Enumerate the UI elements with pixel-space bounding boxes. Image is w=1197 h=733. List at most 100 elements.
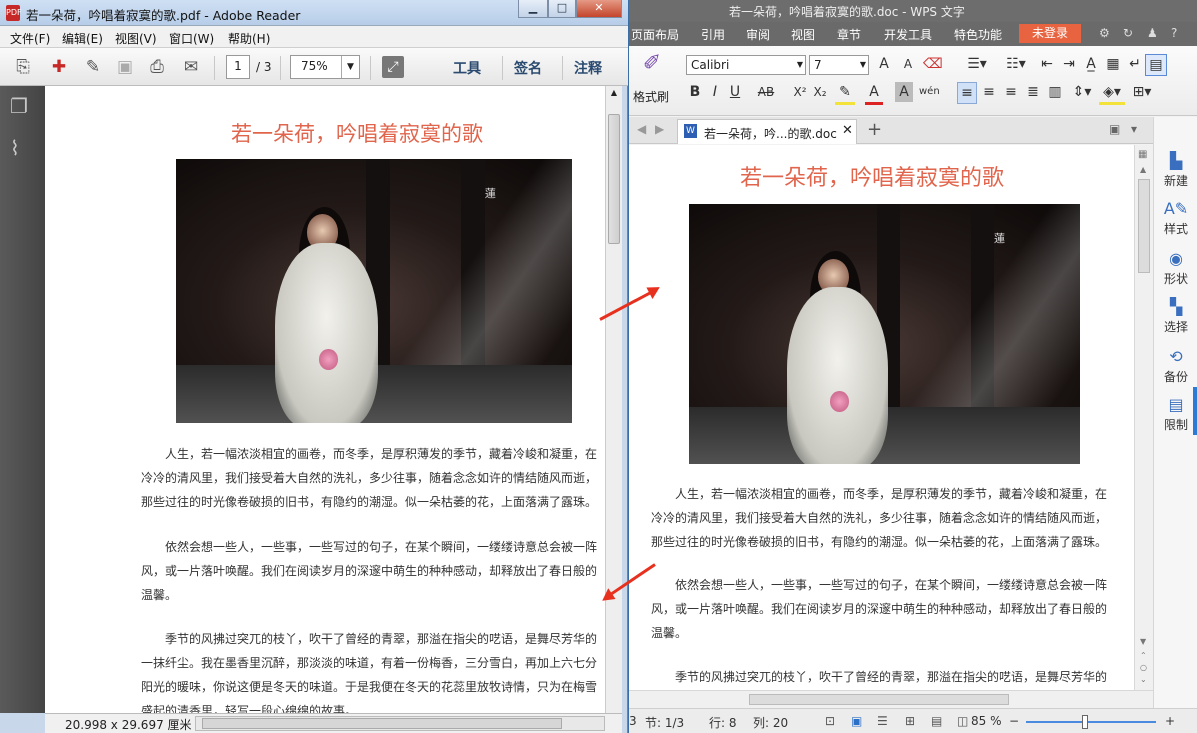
menu-help[interactable]: 帮助(H) [228, 30, 270, 47]
italic-icon[interactable]: I [707, 82, 723, 102]
focus-mode-icon[interactable]: ⊡ [825, 714, 835, 728]
tab-chapter[interactable]: 章节 [837, 26, 861, 43]
tools-pane-link[interactable]: 工具 [453, 58, 481, 78]
font-name-select[interactable]: Calibri ▼ [686, 55, 806, 75]
protect-view-icon[interactable]: ▤ [931, 714, 942, 728]
shrink-font-icon[interactable]: A [899, 54, 917, 74]
menu-window[interactable]: 窗口(W) [169, 30, 214, 47]
close-tab-icon[interactable]: ✕ [842, 123, 853, 138]
borders-icon[interactable]: ⊞▾ [1129, 82, 1155, 102]
side-style[interactable]: A✎ 样式 [1154, 199, 1197, 237]
char-shading-icon[interactable]: A [895, 82, 913, 102]
forward-arrow-icon[interactable]: ▶ [655, 122, 664, 136]
shading-fill-icon[interactable]: ◈▾ [1099, 82, 1125, 105]
hscroll-thumb[interactable] [749, 694, 1009, 705]
help-icon[interactable]: ? [1171, 26, 1177, 40]
styles-panel-icon[interactable]: ▤ [1145, 54, 1167, 76]
phonetic-guide-icon[interactable]: wén [919, 82, 940, 102]
sync-icon[interactable]: ↻ [1123, 26, 1133, 40]
zoom-slider-thumb[interactable] [1082, 715, 1088, 729]
reading-view-icon[interactable]: ◫ [957, 714, 968, 728]
font-size-select[interactable]: 7 ▼ [809, 55, 869, 75]
login-button[interactable]: 未登录 [1019, 24, 1081, 43]
side-select[interactable]: ▚ 选择 [1154, 297, 1197, 335]
wps-vertical-scrollbar[interactable]: ▦ ▲ ▼ ⌃ ○ ⌄ [1134, 145, 1153, 690]
combine-files-icon[interactable]: ✚ [48, 56, 70, 78]
tab-menu-icon[interactable]: ▾ [1131, 122, 1137, 136]
align-center-icon[interactable]: ≡ [979, 82, 999, 102]
attachments-paperclip-icon[interactable]: ⌇ [10, 136, 20, 160]
page-view-icon[interactable]: ▣ [851, 714, 862, 728]
back-arrow-icon[interactable]: ◀ [637, 122, 646, 136]
zoom-out-icon[interactable]: − [1009, 714, 1019, 728]
align-right-icon[interactable]: ≡ [1001, 82, 1021, 102]
chevron-down-icon[interactable]: ▼ [860, 56, 866, 74]
pages-panel-icon[interactable]: ❐ [10, 94, 28, 118]
line-spacing-icon[interactable]: ⇕▾ [1069, 82, 1095, 102]
minimize-button[interactable]: ▁ [518, 0, 548, 18]
side-new[interactable]: ▙ 新建 [1154, 151, 1197, 189]
sign-pane-link[interactable]: 签名 [514, 58, 542, 78]
underline-icon[interactable]: U [727, 82, 743, 102]
superscript-icon[interactable]: X² [791, 82, 809, 102]
prev-page-icon[interactable]: ⌃ [1140, 651, 1147, 660]
print-icon[interactable]: ⎙ [146, 56, 168, 78]
tab-developer[interactable]: 开发工具 [884, 26, 932, 43]
pane-splitter[interactable] [1193, 387, 1197, 435]
close-button[interactable]: ✕ [576, 0, 622, 18]
bullet-list-icon[interactable]: ☰▾ [957, 54, 997, 74]
zoom-in-icon[interactable]: + [1165, 714, 1175, 728]
email-icon[interactable]: ✉ [180, 56, 202, 78]
ruler-toggle-icon[interactable]: ▦ [1138, 149, 1147, 160]
side-restrict[interactable]: ▤ 限制 [1154, 395, 1197, 433]
tab-review[interactable]: 审阅 [746, 26, 770, 43]
fullscreen-icon[interactable]: ⤢ [382, 56, 404, 78]
align-left-icon[interactable]: ≡ [957, 82, 977, 104]
comment-pane-link[interactable]: 注释 [574, 58, 602, 78]
reader-horizontal-scrollbar[interactable] [195, 716, 605, 731]
scroll-thumb[interactable] [1138, 179, 1150, 273]
font-color-icon[interactable]: A [865, 82, 883, 105]
menu-file[interactable]: 文件(F) [10, 30, 50, 47]
side-shape[interactable]: ◉ 形状 [1154, 249, 1197, 287]
format-painter-label[interactable]: 格式刷 [633, 88, 669, 105]
tab-features[interactable]: 特色功能 [954, 26, 1002, 43]
show-marks-icon[interactable]: ↵ [1125, 54, 1145, 74]
indent-increase-icon[interactable]: ⇥ [1059, 54, 1079, 74]
menu-view[interactable]: 视图(V) [115, 30, 157, 47]
tab-page-layout[interactable]: 页面布局 [631, 26, 679, 43]
zoom-select[interactable]: 75% ▼ [290, 55, 360, 79]
next-page-icon[interactable]: ⌄ [1140, 675, 1147, 684]
side-backup[interactable]: ⟲ 备份 [1154, 347, 1197, 385]
strikethrough-icon[interactable]: AB [755, 82, 777, 102]
doc-tab[interactable]: W 若一朵荷，吟...的歌.doc ✕ [677, 119, 857, 144]
skin-shirt-icon[interactable]: ♟ [1147, 26, 1158, 40]
wps-horizontal-scrollbar[interactable] [629, 690, 1153, 708]
menu-edit[interactable]: 编辑(E) [62, 30, 103, 47]
scroll-down-icon[interactable]: ▼ [1140, 637, 1146, 646]
new-tab-plus-icon[interactable]: + [867, 119, 882, 140]
scroll-up-icon[interactable]: ▲ [1140, 165, 1146, 174]
tab-view[interactable]: 视图 [791, 26, 815, 43]
chevron-down-icon[interactable]: ▼ [341, 56, 359, 78]
create-pdf-icon[interactable]: ⎘ [12, 56, 34, 78]
edit-document-icon[interactable]: ✎ [82, 56, 104, 78]
table-icon[interactable]: ▦ [1103, 54, 1123, 74]
text-direction-icon[interactable]: A̲ [1081, 54, 1101, 74]
bold-icon[interactable]: B [687, 82, 703, 102]
clear-format-icon[interactable]: ⌫ [923, 54, 943, 74]
scroll-up-icon[interactable]: ▲ [606, 88, 622, 97]
subscript-icon[interactable]: X₂ [811, 82, 829, 102]
settings-gear-icon[interactable]: ⚙ [1099, 26, 1110, 40]
chevron-down-icon[interactable]: ▼ [797, 56, 803, 74]
distributed-align-icon[interactable]: ▥ [1045, 82, 1065, 102]
maximize-button[interactable]: □ [548, 0, 576, 18]
indent-decrease-icon[interactable]: ⇤ [1037, 54, 1057, 74]
justify-icon[interactable]: ≣ [1023, 82, 1043, 102]
browse-object-icon[interactable]: ○ [1140, 663, 1147, 672]
save-icon[interactable]: ▣ [114, 56, 136, 78]
zoom-slider[interactable] [1026, 715, 1156, 729]
grow-font-icon[interactable]: A [875, 54, 893, 74]
tab-references[interactable]: 引用 [701, 26, 725, 43]
hscroll-thumb[interactable] [202, 718, 562, 729]
